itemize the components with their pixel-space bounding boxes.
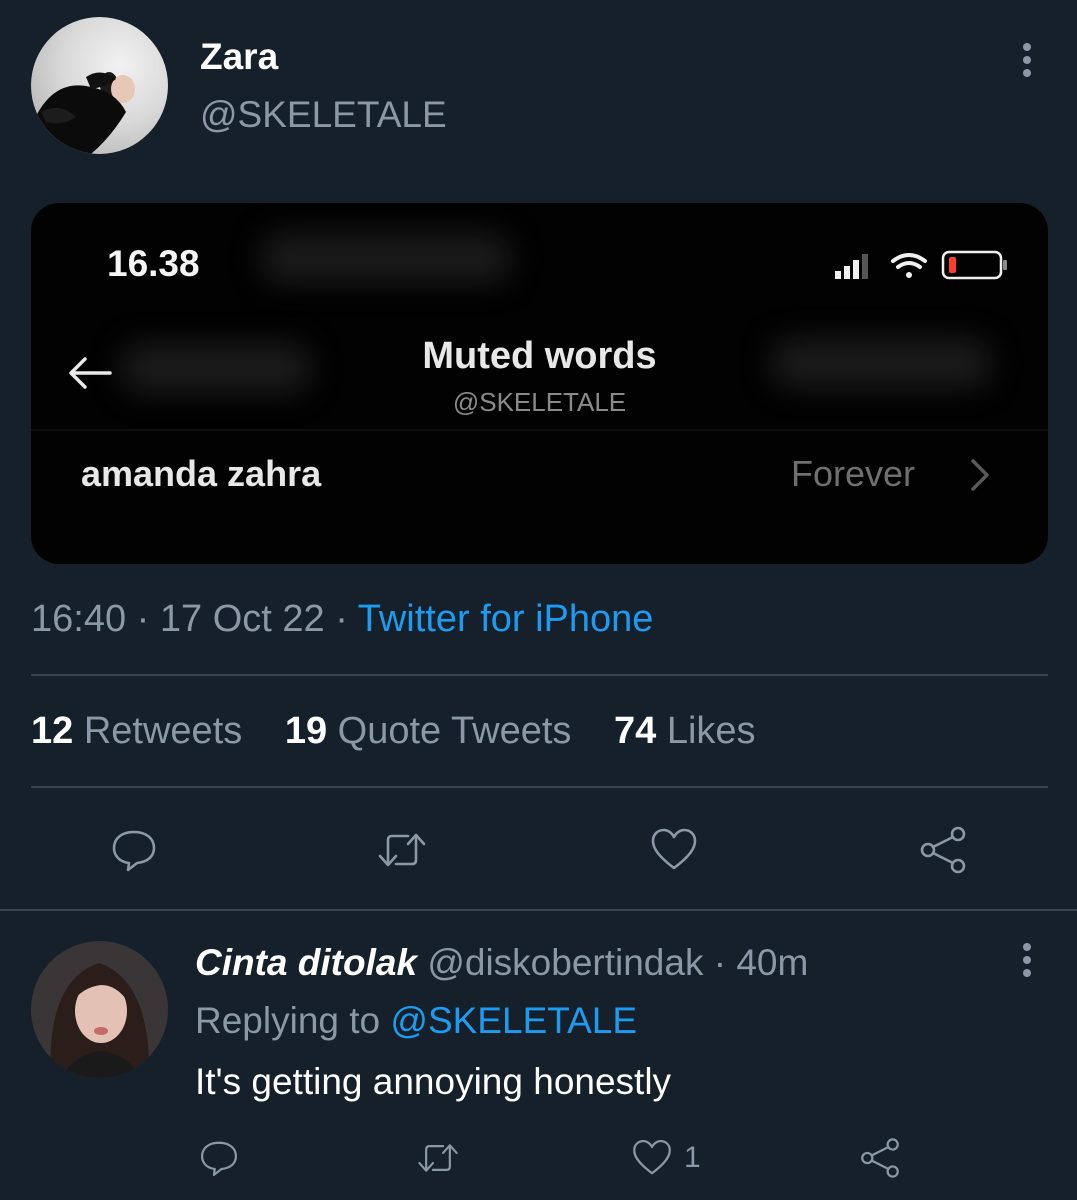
attached-image[interactable]: 16.38 Muted words @SKELETALE amanda zahr… xyxy=(31,203,1048,564)
blurred-region xyxy=(261,233,511,283)
tweet-date[interactable]: 17 Oct 22 xyxy=(160,598,325,640)
divider xyxy=(31,674,1048,676)
reply-author-handle[interactable]: @diskobertindak xyxy=(427,942,703,983)
heart-icon xyxy=(651,828,697,870)
meta-separator: · xyxy=(136,598,150,640)
replying-to-label: Replying to xyxy=(195,1000,381,1041)
likes-stat[interactable]: 74 Likes xyxy=(614,710,756,753)
reply-share-button[interactable] xyxy=(850,1128,910,1188)
share-icon xyxy=(861,1138,899,1178)
quote-tweets-stat[interactable]: 19 Quote Tweets xyxy=(285,710,572,753)
status-bar-icons xyxy=(831,247,1011,283)
reply-like-button[interactable]: 1 xyxy=(630,1128,740,1188)
retweet-button[interactable] xyxy=(372,820,432,880)
quote-tweets-label: Quote Tweets xyxy=(337,710,572,752)
meta-separator: · xyxy=(335,598,348,640)
likes-label: Likes xyxy=(666,710,756,752)
reply-button[interactable] xyxy=(104,820,164,880)
author-avatar[interactable] xyxy=(31,17,168,154)
card-divider xyxy=(31,429,1048,431)
reply-avatar[interactable] xyxy=(31,941,168,1078)
reply-retweet-button[interactable] xyxy=(408,1128,468,1188)
battery-icon xyxy=(941,250,1007,280)
reply-separator: · xyxy=(713,942,727,983)
replying-to: Replying to @SKELETALE xyxy=(195,1000,637,1042)
replying-to-mention[interactable]: @SKELETALE xyxy=(390,1000,637,1041)
chevron-right-icon xyxy=(967,457,993,493)
reply-header: Cinta ditolak @diskobertindak · 40m xyxy=(195,942,808,984)
reply-more-options-icon[interactable] xyxy=(1010,940,1044,980)
reply-author-name[interactable]: Cinta ditolak xyxy=(195,942,417,983)
share-button[interactable] xyxy=(913,820,973,880)
reply-text: It's getting annoying honestly xyxy=(195,1061,672,1102)
mute-duration: Forever xyxy=(791,453,916,494)
tweet-stats: 12 Retweets 19 Quote Tweets 74 Likes xyxy=(31,710,788,753)
retweet-icon xyxy=(418,1144,458,1172)
reply-reply-button[interactable] xyxy=(189,1128,249,1188)
reply-icon xyxy=(200,1141,238,1177)
heart-icon xyxy=(633,1139,671,1175)
like-button[interactable] xyxy=(644,820,704,880)
reply-like-count: 1 xyxy=(684,1141,701,1174)
retweets-label: Retweets xyxy=(83,710,243,752)
more-options-icon[interactable] xyxy=(1010,40,1044,80)
status-bar-time: 16.38 xyxy=(107,243,200,284)
likes-count: 74 xyxy=(614,710,657,752)
muted-word-label: amanda zahra xyxy=(81,453,322,494)
author-name[interactable]: Zara xyxy=(200,36,278,78)
author-handle[interactable]: @SKELETALE xyxy=(200,94,447,136)
share-icon xyxy=(920,826,966,874)
reply-time[interactable]: 40m xyxy=(736,942,808,983)
muted-words-title: Muted words xyxy=(422,335,657,377)
tweet-time[interactable]: 16:40 xyxy=(31,598,126,640)
retweets-stat[interactable]: 12 Retweets xyxy=(31,710,242,753)
tweet-meta: 16:40 · 17 Oct 22 · Twitter for iPhone xyxy=(31,598,653,641)
reply-icon xyxy=(112,830,156,872)
retweet-icon xyxy=(378,833,426,867)
cellular-signal-icon xyxy=(835,254,868,279)
section-divider xyxy=(0,909,1077,911)
wifi-icon xyxy=(891,253,927,278)
muted-words-subtitle: @SKELETALE xyxy=(452,387,627,417)
retweets-count: 12 xyxy=(31,710,74,752)
divider xyxy=(31,786,1048,788)
tweet-source-link[interactable]: Twitter for iPhone xyxy=(358,598,654,640)
quote-tweets-count: 19 xyxy=(284,710,328,752)
